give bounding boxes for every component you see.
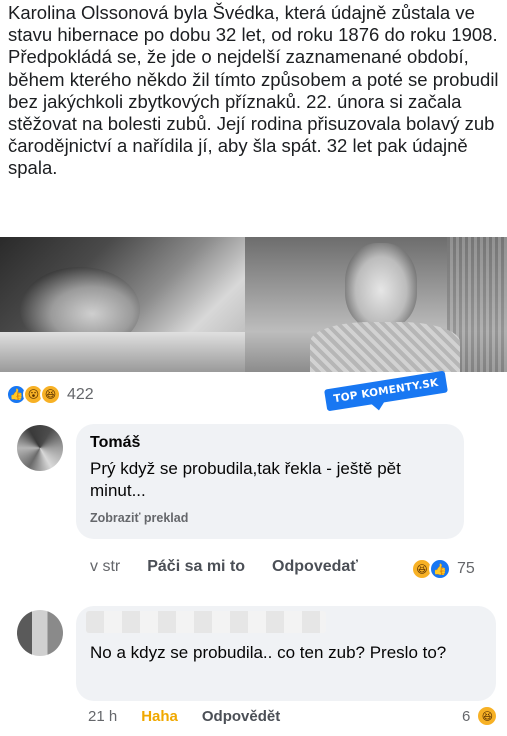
avatar[interactable] bbox=[17, 610, 63, 656]
comment-reaction-count: 75 bbox=[457, 560, 475, 577]
comment-reaction-count: 6 bbox=[462, 707, 471, 725]
photo-seated-woman[interactable] bbox=[245, 237, 507, 372]
like-button[interactable]: Páči sa mi to bbox=[147, 558, 245, 576]
comment-time[interactable]: v str bbox=[90, 558, 120, 576]
haha-icon: 😆 bbox=[40, 384, 61, 405]
photo-face bbox=[345, 243, 417, 329]
comment-bubble: Tomáš Prý když se probudila,tak řekla - … bbox=[76, 424, 464, 539]
post-photos[interactable] bbox=[0, 237, 507, 372]
reaction-count: 422 bbox=[67, 385, 94, 403]
photo-dress bbox=[310, 322, 460, 372]
reply-button[interactable]: Odpovedať bbox=[272, 558, 358, 576]
post-paragraph: Předpokládá se, že jde o nejdelší zaznam… bbox=[8, 46, 499, 179]
comment-author[interactable]: Tomáš bbox=[90, 434, 452, 452]
avatar[interactable] bbox=[17, 425, 63, 471]
comment-reactions[interactable]: 😆 👍 75 bbox=[411, 558, 475, 580]
watermark-logo: TOP KOMENTY.SK bbox=[324, 370, 448, 412]
comment-time[interactable]: 21 h bbox=[88, 708, 117, 725]
comment-text: Prý když se probudila,tak řekla - ještě … bbox=[90, 459, 401, 500]
like-icon: 👍 bbox=[429, 558, 451, 580]
photo-sleeping-woman[interactable] bbox=[0, 237, 245, 372]
post-text: Karolina Olssonová byla Švédka, která úd… bbox=[8, 2, 504, 180]
comment-actions: v str Páči sa mi to Odpovedať bbox=[90, 558, 385, 576]
reply-button[interactable]: Odpovědět bbox=[202, 708, 280, 725]
haha-icon: 😆 bbox=[476, 705, 499, 727]
comment-text: No a kdyz se probudila.. co ten zub? Pre… bbox=[90, 643, 447, 662]
post-paragraph: Karolina Olssonová byla Švédka, která úd… bbox=[8, 2, 498, 46]
post-reactions[interactable]: 👍 😮 😆 422 bbox=[6, 384, 94, 405]
photo-pillow bbox=[0, 332, 245, 372]
translate-link[interactable]: Zobraziť preklad bbox=[90, 511, 452, 525]
comment-actions: 21 h Haha Odpovědět bbox=[88, 708, 304, 725]
blurred-author-name bbox=[86, 611, 326, 633]
comment-reactions[interactable]: 6 😆 bbox=[462, 705, 499, 727]
haha-button[interactable]: Haha bbox=[141, 708, 178, 725]
